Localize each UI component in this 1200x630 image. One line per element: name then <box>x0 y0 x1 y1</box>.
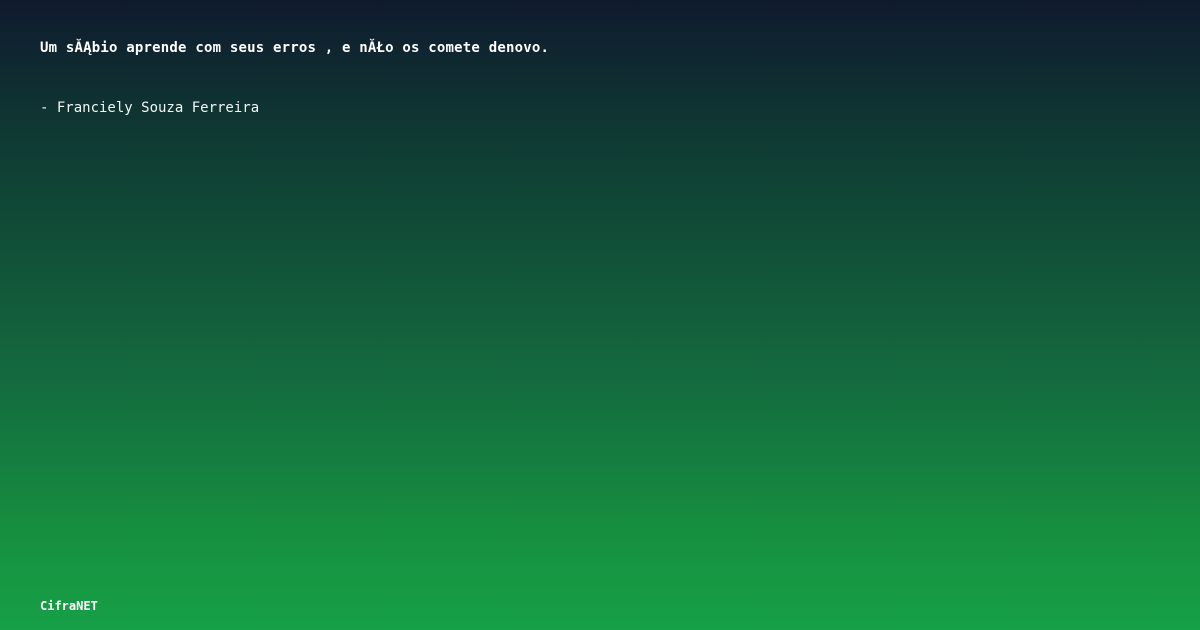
quote-card: { "quote": { "text": "Um sĂĄbio aprende … <box>0 0 1200 630</box>
brand-name: CifraNET <box>40 599 98 613</box>
quote-text: Um sĂĄbio aprende com seus erros , e nĂŁ… <box>40 40 550 56</box>
quote-author: - Franciely Souza Ferreira <box>40 100 260 116</box>
